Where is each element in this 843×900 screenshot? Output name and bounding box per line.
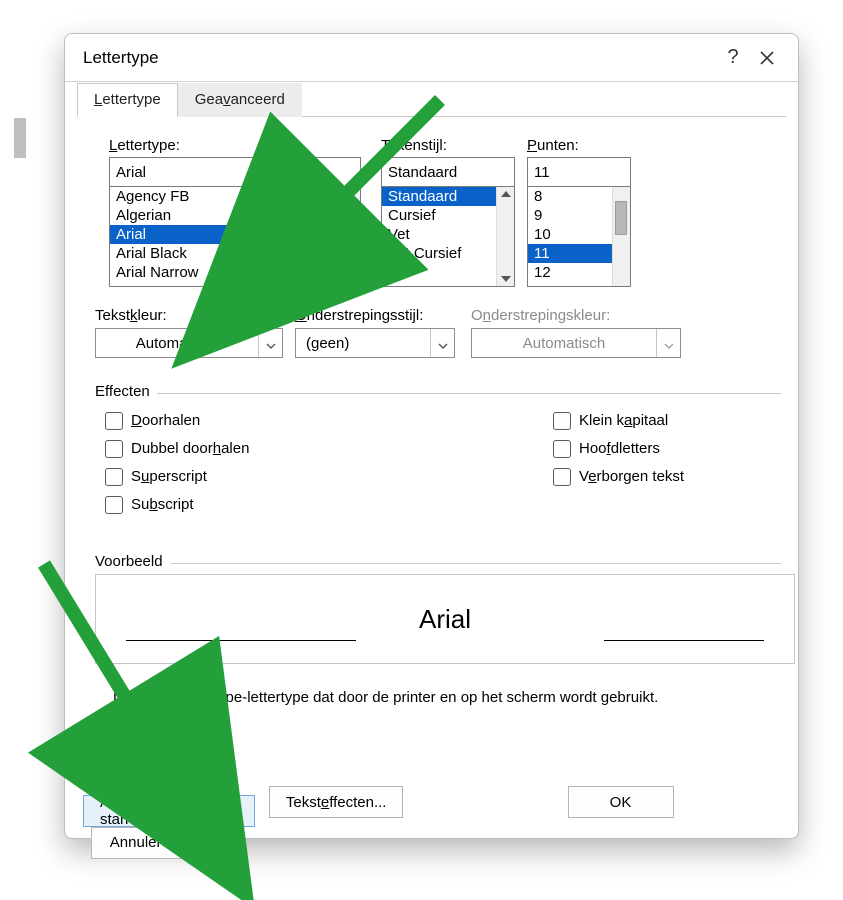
chevron-down-icon: [258, 329, 282, 357]
font-input[interactable]: [109, 157, 361, 187]
textcolor-combo[interactable]: Automatisch: [95, 328, 283, 358]
list-item[interactable]: Arial Black: [110, 244, 360, 263]
titlebar: Lettertype ?: [65, 34, 798, 82]
scrollbar[interactable]: [496, 187, 514, 286]
combo-value: Automatisch: [96, 335, 258, 352]
preview-box: Arial: [95, 574, 795, 664]
close-icon[interactable]: [750, 41, 784, 75]
list-item[interactable]: Vet: [382, 225, 514, 244]
text-effects-button[interactable]: Teksteffecten...: [269, 786, 403, 818]
list-item[interactable]: Arial Narrow: [110, 263, 360, 282]
size-label: Punten:: [527, 137, 631, 157]
list-item[interactable]: Cursief: [382, 206, 514, 225]
style-list[interactable]: Standaard Cursief Vet Vet Cursief: [381, 187, 515, 287]
textcolor-label: Tekstkleur:: [95, 307, 167, 324]
preview-sample: Arial: [419, 604, 471, 635]
size-input[interactable]: [527, 157, 631, 187]
dialog-buttons: Als standaard instellen Teksteffecten...…: [83, 786, 780, 822]
checkbox-subscript[interactable]: Subscript: [105, 491, 249, 519]
list-item[interactable]: Arial: [110, 225, 360, 244]
tab-advanced[interactable]: Geavanceerd: [178, 83, 302, 117]
preview-hint: Dit is een TrueType-lettertype dat door …: [113, 689, 813, 706]
combo-value: (geen): [296, 335, 430, 352]
cancel-button[interactable]: Annuleren: [91, 827, 197, 859]
chevron-down-icon: [656, 329, 680, 357]
style-label: Tekenstijl:: [381, 137, 515, 157]
dialog-title: Lettertype: [83, 48, 159, 68]
checkbox-dbl-strikethrough[interactable]: Dubbel doorhalen: [105, 435, 249, 463]
checkbox-smallcaps[interactable]: Klein kapitaal: [553, 407, 684, 435]
ok-button[interactable]: OK: [568, 786, 674, 818]
checkbox-strikethrough[interactable]: Doorhalen: [105, 407, 249, 435]
size-list[interactable]: 8 9 10 11 12: [527, 187, 631, 287]
set-default-button[interactable]: Als standaard instellen: [83, 795, 255, 827]
style-input[interactable]: [381, 157, 515, 187]
tabs: Lettertype Geavanceerd: [77, 82, 786, 117]
checkbox-superscript[interactable]: Superscript: [105, 463, 249, 491]
doc-margin-handle: [14, 118, 26, 158]
font-label: Lettertype:: [109, 137, 361, 157]
font-list[interactable]: Agency FB Algerian Arial Arial Black Ari…: [109, 187, 361, 287]
checkbox-hidden[interactable]: Verborgen tekst: [553, 463, 684, 491]
help-icon[interactable]: ?: [716, 41, 750, 75]
list-item[interactable]: Algerian: [110, 206, 360, 225]
undercolor-combo: Automatisch: [471, 328, 681, 358]
list-item[interactable]: Agency FB: [110, 187, 360, 206]
effects-group: Effecten Doorhalen Dubbel doorhalen Supe…: [95, 383, 795, 400]
combo-value: Automatisch: [472, 335, 656, 352]
undercolor-label: Onderstrepingskleur:: [471, 307, 610, 324]
preview-group: Voorbeeld Arial: [95, 553, 795, 664]
chevron-down-icon: [430, 329, 454, 357]
checkbox-allcaps[interactable]: Hoofdletters: [553, 435, 684, 463]
understyle-label: Onderstrepingsstijl:: [295, 307, 423, 324]
effects-title: Effecten: [95, 383, 150, 400]
tab-font[interactable]: Lettertype: [77, 83, 178, 117]
scrollbar[interactable]: [342, 187, 360, 286]
list-item[interactable]: Standaard: [382, 187, 514, 206]
scrollbar[interactable]: [612, 187, 630, 286]
font-dialog: Lettertype ? Lettertype Geavanceerd Lett…: [64, 33, 799, 839]
understyle-combo[interactable]: (geen): [295, 328, 455, 358]
list-item[interactable]: Vet Cursief: [382, 244, 514, 263]
preview-title: Voorbeeld: [95, 553, 163, 570]
